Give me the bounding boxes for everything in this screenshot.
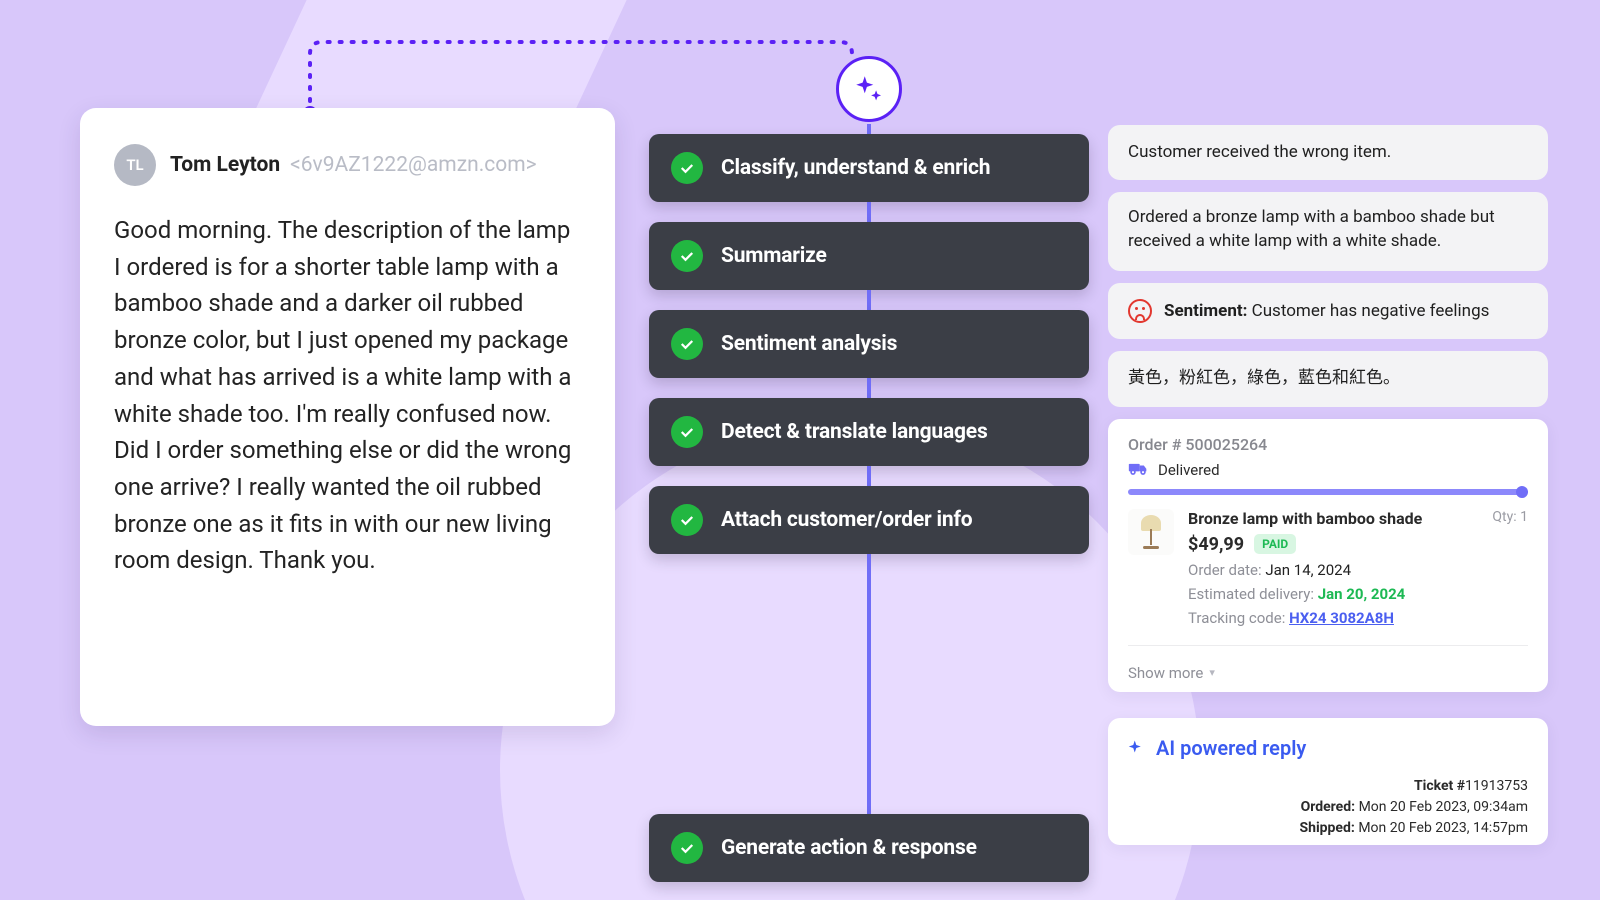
paid-badge: PAID (1254, 534, 1296, 554)
output-sentiment: Sentiment: Customer has negative feeling… (1108, 283, 1548, 339)
show-more-button[interactable]: Show more ▾ (1128, 656, 1528, 682)
sender-name: Tom Leyton (170, 153, 280, 177)
sender-email: <6v9AZ1222@amzn.com> (290, 153, 537, 177)
order-number: Order # 500025264 (1128, 435, 1528, 454)
step-label: Sentiment analysis (721, 332, 897, 356)
ai-pipeline: Classify, understand & enrich Summarize … (649, 56, 1089, 882)
outputs-column: Customer received the wrong item. Ordere… (1108, 125, 1548, 845)
sparkle-icon (1128, 739, 1146, 757)
product-qty: Qty: 1 (1492, 509, 1528, 525)
check-icon (671, 832, 703, 864)
email-body: Good morning. The description of the lam… (114, 212, 581, 579)
sentiment-text: Sentiment: Customer has negative feeling… (1164, 300, 1489, 323)
order-date-row: Order date: Jan 14, 2024 (1188, 561, 1528, 579)
order-info-card: Order # 500025264 Delivered Bronze lamp … (1108, 419, 1548, 692)
product-title: Bronze lamp with bamboo shade (1188, 509, 1422, 528)
check-icon (671, 152, 703, 184)
step-sentiment: Sentiment analysis (649, 310, 1089, 378)
frown-icon (1128, 299, 1152, 323)
avatar: TL (114, 144, 156, 186)
step-label: Classify, understand & enrich (721, 156, 990, 180)
check-icon (671, 504, 703, 536)
product-row: Bronze lamp with bamboo shade Qty: 1 $49… (1128, 509, 1528, 646)
step-summarize: Summarize (649, 222, 1089, 290)
output-translate: 黃色，粉紅色，綠色，藍色和紅色。 (1108, 351, 1548, 406)
sentiment-value: Customer has negative feelings (1247, 301, 1489, 321)
truck-icon (1128, 460, 1148, 481)
output-summarize: Ordered a bronze lamp with a bamboo shad… (1108, 192, 1548, 271)
product-thumbnail (1128, 509, 1174, 555)
sender-block: Tom Leyton <6v9AZ1222@amzn.com> (170, 153, 537, 177)
delivery-status: Delivered (1128, 460, 1528, 481)
delivery-status-text: Delivered (1158, 461, 1220, 479)
est-delivery-row: Estimated delivery: Jan 20, 2024 (1188, 585, 1528, 603)
ai-reply-title: AI powered reply (1128, 736, 1528, 760)
check-icon (671, 416, 703, 448)
tracking-link[interactable]: HX24 3082A8H (1289, 609, 1394, 627)
ai-reply-card: AI powered reply Ticket #11913753 Ordere… (1108, 718, 1548, 845)
product-price: $49,99 (1188, 534, 1244, 555)
step-translate: Detect & translate languages (649, 398, 1089, 466)
step-classify: Classify, understand & enrich (649, 134, 1089, 202)
step-label: Generate action & response (721, 836, 977, 860)
delivery-progress-bar (1128, 489, 1528, 495)
step-label: Detect & translate languages (721, 420, 988, 444)
check-icon (671, 328, 703, 360)
email-header: TL Tom Leyton <6v9AZ1222@amzn.com> (114, 144, 581, 186)
reply-meta: Ticket #11913753 Ordered: Mon 20 Feb 202… (1128, 776, 1528, 839)
step-attach-order: Attach customer/order info (649, 486, 1089, 554)
step-generate-response: Generate action & response (649, 814, 1089, 882)
step-label: Attach customer/order info (721, 508, 972, 532)
customer-email-card: TL Tom Leyton <6v9AZ1222@amzn.com> Good … (80, 108, 615, 726)
chevron-down-icon: ▾ (1209, 666, 1215, 679)
sentiment-label: Sentiment: (1164, 301, 1247, 321)
output-classify: Customer received the wrong item. (1108, 125, 1548, 180)
step-label: Summarize (721, 244, 827, 268)
tracking-row: Tracking code: HX24 3082A8H (1188, 609, 1528, 627)
ai-hub-icon (836, 56, 902, 122)
check-icon (671, 240, 703, 272)
